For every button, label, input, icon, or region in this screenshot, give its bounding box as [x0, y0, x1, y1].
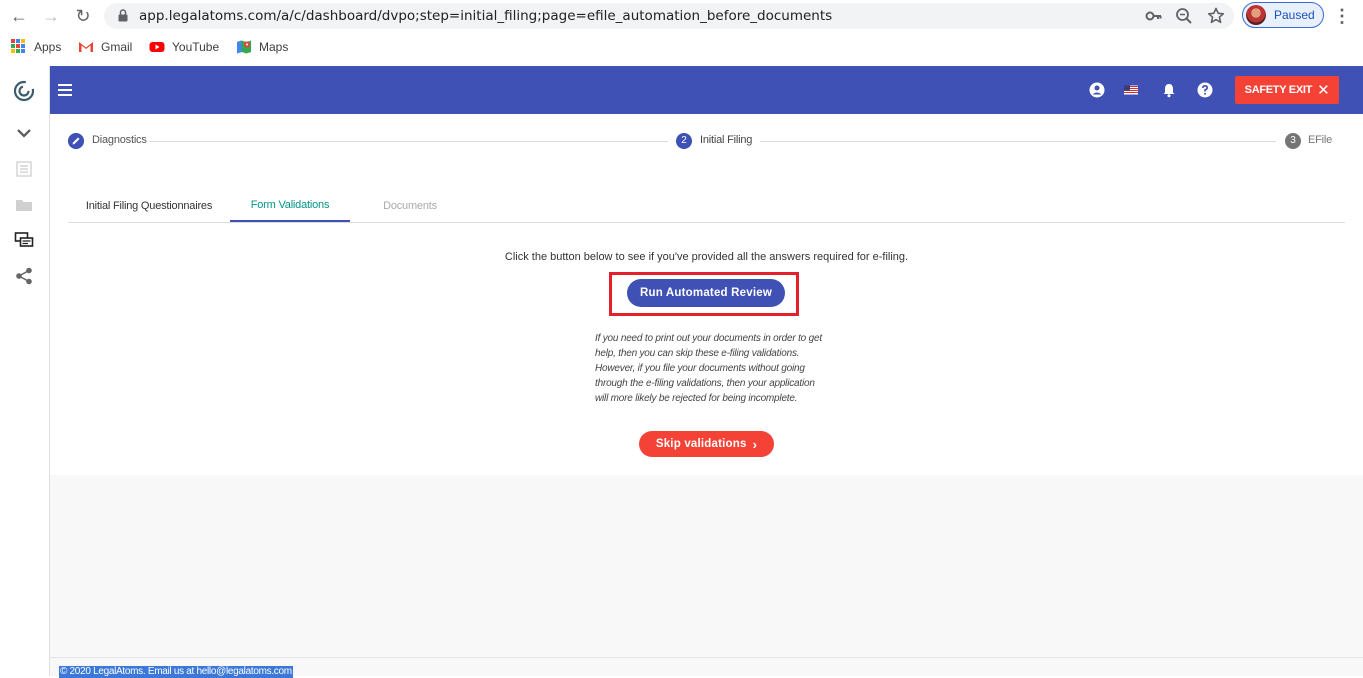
- menu-icon[interactable]: [58, 84, 72, 96]
- stepper-connector: [760, 141, 1276, 142]
- bookmark-label: YouTube: [172, 40, 220, 54]
- account-icon[interactable]: [1089, 82, 1105, 98]
- avatar: [1246, 5, 1266, 25]
- bookmark-youtube[interactable]: YouTube: [149, 39, 219, 55]
- instructions-text: Click the button below to see if you've …: [504, 251, 909, 263]
- chevron-right-icon: ›: [752, 436, 758, 452]
- url-text: app.legalatoms.com/a/c/dashboard/dvpo;st…: [139, 8, 833, 24]
- gmail-icon: [79, 42, 93, 52]
- pencil-icon: [68, 133, 84, 149]
- chat-icon[interactable]: [13, 229, 35, 251]
- logo-icon[interactable]: [13, 80, 35, 102]
- app-sidebar: [0, 66, 50, 676]
- step-label: EFile: [1308, 134, 1333, 146]
- apps-grid-icon: [11, 39, 27, 55]
- bell-icon[interactable]: [1161, 82, 1177, 98]
- folder-icon[interactable]: [13, 194, 35, 216]
- bookmark-maps[interactable]: Maps: [236, 39, 288, 55]
- bookmark-label: Apps: [34, 40, 62, 54]
- tab-initial-filing-questionnaires[interactable]: Initial Filing Questionnaires: [68, 189, 230, 222]
- tab-form-validations[interactable]: Form Validations: [230, 189, 350, 222]
- skip-note: If you need to print out your documents …: [595, 333, 822, 404]
- maps-icon: [237, 40, 251, 54]
- browser-menu-icon[interactable]: ⋮: [1333, 5, 1351, 27]
- tab-bar: Initial Filing Questionnaires Form Valid…: [68, 189, 1345, 223]
- step-number: 2: [676, 133, 692, 149]
- bookmark-star-icon[interactable]: [1206, 6, 1226, 26]
- bookmark-apps[interactable]: Apps: [11, 39, 61, 55]
- step-label: Diagnostics: [92, 134, 147, 146]
- footer: © 2020 LegalAtoms. Email us at hello@leg…: [50, 657, 1363, 678]
- footer-text[interactable]: © 2020 LegalAtoms. Email us at hello@leg…: [59, 666, 293, 678]
- browser-toolbar: ← → ↻ app.legalatoms.com/a/c/dashboard/d…: [0, 0, 1363, 33]
- forward-arrow-icon[interactable]: →: [40, 5, 62, 27]
- back-arrow-icon[interactable]: ←: [8, 5, 30, 27]
- skip-validations-button[interactable]: Skip validations ›: [639, 431, 774, 457]
- reload-icon[interactable]: ↻: [72, 5, 94, 27]
- content-background: [50, 475, 1363, 657]
- address-bar[interactable]: app.legalatoms.com/a/c/dashboard/dvpo;st…: [104, 3, 1234, 29]
- app-header: SAFETY EXIT ✕: [50, 66, 1363, 114]
- us-flag-icon[interactable]: [1123, 82, 1139, 98]
- skip-validations-label: Skip validations: [655, 438, 747, 450]
- run-automated-review-button[interactable]: Run Automated Review: [627, 279, 785, 307]
- bookmark-gmail[interactable]: Gmail: [78, 39, 132, 55]
- zoom-icon[interactable]: [1174, 6, 1194, 26]
- main-content: Diagnostics 2 Initial Filing 3 EFile Ini…: [50, 114, 1363, 475]
- lock-icon: [118, 9, 128, 22]
- stepper-connector: [150, 141, 668, 142]
- profile-status: Paused: [1274, 8, 1315, 22]
- share-icon[interactable]: [13, 265, 35, 287]
- bookmark-label: Maps: [259, 40, 289, 54]
- close-icon: ✕: [1317, 82, 1330, 99]
- profile-button[interactable]: Paused: [1242, 2, 1324, 28]
- list-icon[interactable]: [13, 158, 35, 180]
- youtube-icon: [149, 42, 165, 52]
- bookmark-label: Gmail: [101, 40, 133, 54]
- help-icon[interactable]: [1197, 82, 1213, 98]
- step-label: Initial Filing: [700, 134, 753, 146]
- key-icon[interactable]: [1144, 6, 1164, 26]
- chevron-down-icon[interactable]: [13, 122, 35, 144]
- tab-documents[interactable]: Documents: [350, 189, 470, 222]
- bookmarks-bar: Apps Gmail YouTube Maps: [0, 33, 1363, 61]
- safety-exit-button[interactable]: SAFETY EXIT ✕: [1235, 76, 1339, 104]
- safety-exit-label: SAFETY EXIT: [1244, 84, 1313, 96]
- step-number: 3: [1285, 133, 1301, 149]
